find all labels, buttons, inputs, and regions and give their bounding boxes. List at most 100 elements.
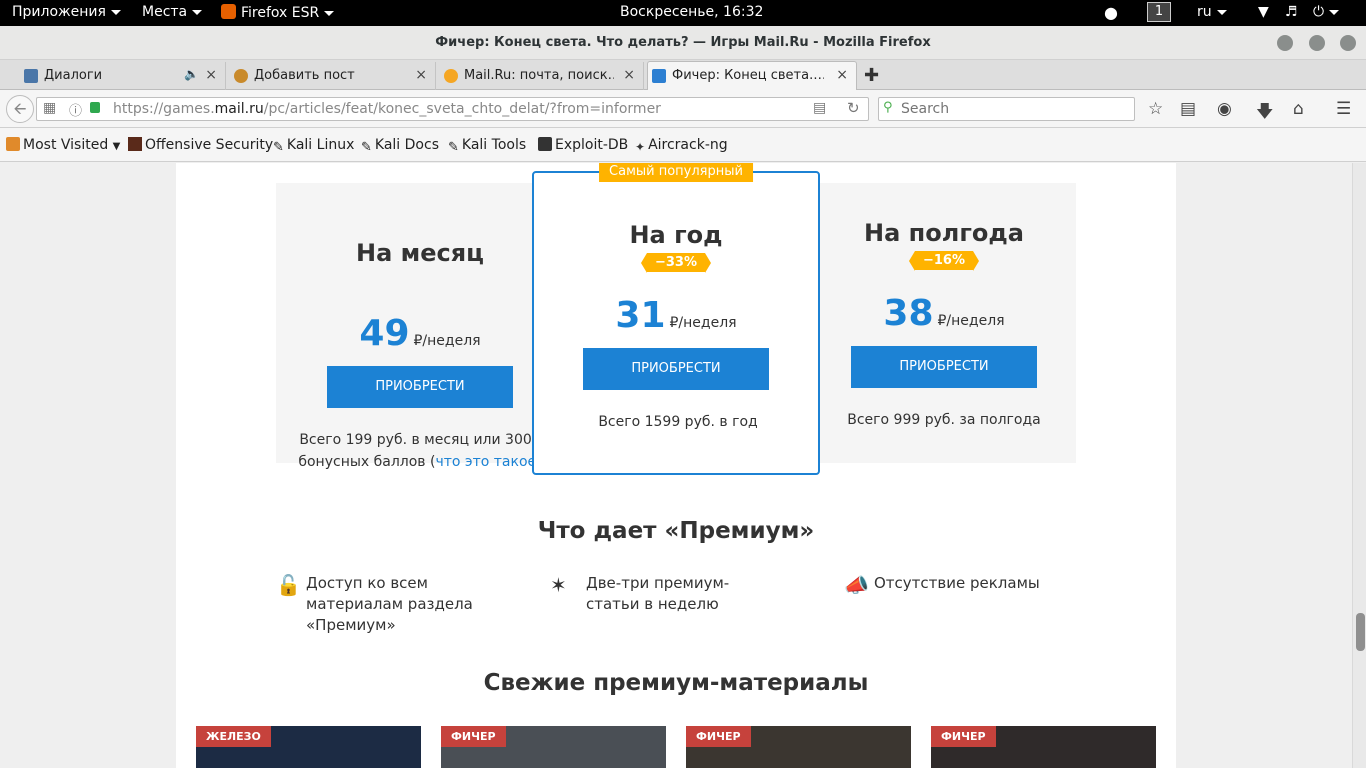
firefox-app-label: Firefox ESR <box>241 5 320 21</box>
window-title: Фичер: Конец света. Что делать? — Игры M… <box>435 35 931 50</box>
new-tab-button[interactable]: ✚ <box>864 65 879 86</box>
tab-add-post[interactable]: Добавить пост × <box>230 62 436 90</box>
chevron-down-icon <box>110 9 121 15</box>
close-tab-icon[interactable]: × <box>836 67 848 83</box>
reader-view-icon[interactable]: ▤ <box>813 100 826 116</box>
tab-feature[interactable]: Фичер: Конец света.… × <box>647 61 857 91</box>
buy-month-button[interactable]: ПРИОБРЕСТИ <box>327 366 513 408</box>
bookmark-star-icon[interactable]: ☆ <box>1148 99 1163 119</box>
applications-label: Приложения <box>12 4 106 20</box>
tab-dialogi[interactable]: Диалоги 🔈 × <box>20 62 226 90</box>
reload-icon[interactable]: ↻ <box>847 99 860 117</box>
scrollbar-thumb[interactable] <box>1356 613 1365 651</box>
site-icon <box>234 69 248 83</box>
search-box[interactable]: ⚲ <box>878 97 1135 121</box>
bookmark-label: Kali Docs <box>374 137 439 153</box>
what-is-this-link[interactable]: что это такое <box>435 454 536 470</box>
buy-year-button[interactable]: ПРИОБРЕСТИ <box>583 348 769 390</box>
workspace-indicator[interactable]: 1 <box>1147 2 1171 22</box>
tab-mailru[interactable]: Mail.Ru: почта, поиск… × <box>440 62 644 90</box>
chevron-down-icon <box>324 10 335 16</box>
bookmark-label: Kali Linux <box>286 137 355 153</box>
price-unit: ₽/неделя <box>413 333 481 349</box>
vk-icon <box>24 69 38 83</box>
tab-strip: Диалоги 🔈 × Добавить пост × Mail.Ru: поч… <box>0 60 1366 91</box>
minimize-button[interactable] <box>1277 35 1293 51</box>
close-tab-icon[interactable]: × <box>623 67 635 83</box>
card-tag: ФИЧЕР <box>686 726 751 747</box>
volume-icon[interactable]: ♬ <box>1285 4 1298 20</box>
buy-halfyear-button[interactable]: ПРИОБРЕСТИ <box>851 346 1037 388</box>
library-icon[interactable]: ▤ <box>1180 99 1196 119</box>
back-button[interactable]: 🡨 <box>6 95 34 123</box>
clock[interactable]: Воскресенье, 16:32 <box>620 4 763 20</box>
stars-icon: ✶ <box>550 573 567 597</box>
bookmark-label: Aircrack-ng <box>648 137 728 153</box>
search-input[interactable] <box>901 100 1121 118</box>
chevron-down-icon <box>1329 9 1340 15</box>
plan-title: На год <box>629 221 723 249</box>
close-window-button[interactable] <box>1340 35 1356 51</box>
places-menu[interactable]: Места <box>142 4 203 20</box>
chevron-down-icon <box>1216 9 1227 15</box>
article-card[interactable]: ФИЧЕР <box>441 726 666 768</box>
info-icon[interactable]: ⓘ <box>69 100 82 119</box>
kali-dragon-icon: ✎ <box>273 140 284 155</box>
page-content: На месяц 49 ₽/неделя ПРИОБРЕСТИ Всего 199… <box>176 163 1176 768</box>
plan-note: Всего 1599 руб. в год <box>598 414 758 430</box>
bookmark-kali-linux[interactable]: ✎ Kali Linux <box>273 137 355 155</box>
tab-label: Добавить пост <box>254 68 355 83</box>
bookmarks-toolbar: Most Visited ▼ Offensive Security ✎ Kali … <box>0 128 1366 162</box>
chevron-down-icon <box>192 9 203 15</box>
workspace-number: 1 <box>1147 2 1171 22</box>
close-tab-icon[interactable]: × <box>415 67 427 83</box>
benefits-title: Что дает «Премиум» <box>537 518 815 544</box>
article-card[interactable]: ФИЧЕР <box>931 726 1156 768</box>
maximize-button[interactable] <box>1309 35 1325 51</box>
power-icon[interactable]: ⏻ <box>1313 4 1340 20</box>
hamburger-menu-icon[interactable]: ☰ <box>1336 99 1351 119</box>
bookmark-label: Exploit-DB <box>555 137 629 153</box>
megaphone-icon: 📣 <box>844 573 869 597</box>
plan-month: На месяц 49 ₽/неделя ПРИОБРЕСТИ Всего 199… <box>276 191 564 495</box>
price-row: 38 ₽/неделя <box>800 293 1088 334</box>
speaker-icon[interactable]: 🔈 <box>184 67 199 81</box>
bookmark-aircrack-ng[interactable]: ✦ Aircrack-ng <box>635 137 728 154</box>
search-icon: ⚲ <box>883 100 893 115</box>
close-tab-icon[interactable]: × <box>205 67 217 83</box>
home-icon[interactable]: ⌂ <box>1293 99 1304 119</box>
exploit-db-icon <box>538 137 552 151</box>
places-label: Места <box>142 4 188 20</box>
bookmark-exploit-db[interactable]: Exploit-DB <box>538 137 628 153</box>
firefox-app-menu[interactable]: Firefox ESR <box>221 4 335 21</box>
benefit-text: Две-три премиум-статьи в неделю <box>586 574 730 613</box>
navigation-toolbar: 🡨 ▦ ⓘ https://games.mail.ru/pc/articles/… <box>0 90 1366 128</box>
card-tag: ФИЧЕР <box>441 726 506 747</box>
url-text[interactable]: https://games.mail.ru/pc/articles/feat/k… <box>113 101 661 117</box>
article-card[interactable]: ЖЕЛЕЗО <box>196 726 421 768</box>
benefit-text: Отсутствие рекламы <box>874 574 1040 592</box>
url-bar[interactable]: ▦ ⓘ https://games.mail.ru/pc/articles/fe… <box>36 97 869 121</box>
bookmark-kali-docs[interactable]: ✎ Kali Docs <box>361 137 439 155</box>
price-row: 31 ₽/неделя <box>534 295 818 336</box>
plan-halfyear: На полгода −16% 38 ₽/неделя ПРИОБРЕСТИ Вс… <box>800 191 1088 495</box>
language-menu[interactable]: ru <box>1197 4 1227 20</box>
games-icon <box>652 69 666 83</box>
bookmark-kali-tools[interactable]: ✎ Kali Tools <box>448 137 526 155</box>
page-scrollbar[interactable] <box>1352 163 1366 768</box>
downloads-icon[interactable]: 🡇 <box>1256 99 1273 128</box>
apps-grid-icon[interactable]: ▦ <box>43 100 56 116</box>
bookmark-most-visited[interactable]: Most Visited ▼ <box>6 137 120 153</box>
offsec-icon <box>128 137 142 151</box>
camera-icon[interactable]: ● <box>1104 3 1118 22</box>
tab-label: Диалоги <box>44 68 103 83</box>
wifi-icon[interactable]: ▼ <box>1258 4 1269 20</box>
url-path: /pc/articles/feat/konec_sveta_chto_delat… <box>263 101 661 117</box>
bookmark-offensive-security[interactable]: Offensive Security <box>128 137 273 153</box>
url-domain: mail.ru <box>214 101 264 117</box>
page-viewport: На месяц 49 ₽/неделя ПРИОБРЕСТИ Всего 199… <box>0 163 1352 768</box>
applications-menu[interactable]: Приложения <box>12 4 121 20</box>
fresh-title: Свежие премиум-материалы <box>483 670 869 696</box>
article-card[interactable]: ФИЧЕР <box>686 726 911 768</box>
pocket-icon[interactable]: ◉ <box>1217 99 1232 119</box>
